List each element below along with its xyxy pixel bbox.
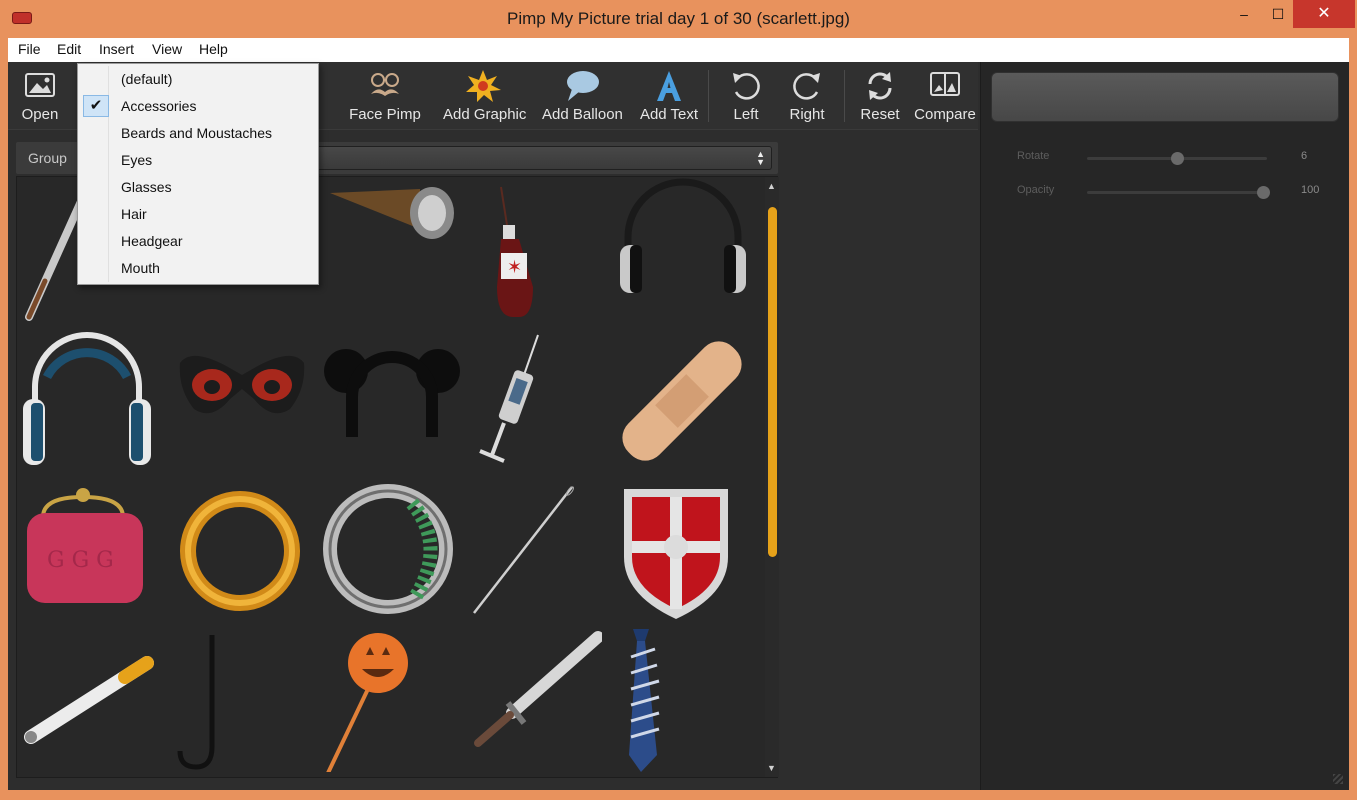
menu-insert[interactable]: Insert [99,41,134,57]
add-balloon-button[interactable]: Add Balloon [542,66,623,126]
add-text-label: Add Text [639,106,699,123]
gallery-item-syringe[interactable] [462,327,602,472]
compare-label: Compare [914,106,976,123]
opacity-row: Opacity 100 [1017,182,1320,202]
scrollbar-thumb[interactable] [768,207,777,557]
gallery-item-blue-headphones[interactable] [17,327,157,472]
rotate-right-button[interactable]: Right [767,66,847,126]
dropdown-item-label: (default) [121,71,173,87]
opacity-label: Opacity [1017,184,1055,196]
window-title: Pimp My Picture trial day 1 of 30 (scarl… [507,9,850,28]
gallery-item-striped-tie[interactable] [597,627,737,772]
right-label: Right [789,106,825,123]
gallery-scrollbar[interactable]: ▲ ▼ [765,177,779,777]
dropdown-item-label: Hair [121,206,147,222]
compare-button[interactable]: Compare [905,66,985,126]
dropdown-item-label: Mouth [121,260,160,276]
add-text-button[interactable]: Add Text [629,66,709,126]
properties-header [991,72,1339,122]
rotate-slider-knob[interactable] [1171,152,1184,165]
opacity-slider-knob[interactable] [1257,186,1270,199]
select-arrows-icon: ▲ ▼ [756,149,765,167]
gallery-item-diamond-ring[interactable] [322,477,462,622]
dropdown-item-headgear[interactable]: Headgear [80,228,316,255]
dropdown-item-accessories[interactable]: ✔ Accessories [80,93,316,120]
reset-arrows-icon [860,68,900,104]
app-window: Pimp My Picture trial day 1 of 30 (scarl… [0,0,1357,800]
scroll-down-arrow-icon[interactable]: ▼ [767,763,776,773]
menu-view[interactable]: View [152,41,182,57]
moustache-glasses-icon [365,68,405,104]
gallery-item-red-purse[interactable]: G G G [17,477,157,622]
compare-images-icon [925,68,965,104]
gallery-item-needle[interactable] [462,477,602,622]
gallery-item-cigar[interactable] [322,177,462,322]
gallery-item-cigarette[interactable] [17,627,157,772]
dropdown-item-label: Glasses [121,179,172,195]
add-balloon-label: Add Balloon [542,106,623,123]
group-label: Group [28,150,67,166]
rotate-label: Rotate [1017,150,1050,162]
opacity-slider[interactable] [1087,186,1270,199]
rotate-row: Rotate 6 [1017,148,1317,168]
svg-text:G G G: G G G [47,548,114,573]
gallery-item-pumpkin-lollipop[interactable] [322,627,462,774]
text-a-icon [649,68,689,104]
menu-bar: File Edit Insert View Help [8,38,1349,62]
opacity-value: 100 [1301,184,1320,196]
open-label: Open [21,106,59,123]
menu-edit[interactable]: Edit [57,41,81,57]
face-pimp-label: Face Pimp [349,106,421,123]
dropdown-item-label: Accessories [121,98,197,114]
face-pimp-button[interactable]: Face Pimp [345,66,425,126]
rotate-right-icon [787,68,827,104]
dropdown-item-label: Headgear [121,233,183,249]
gallery-item-gold-ring[interactable] [172,477,312,622]
gallery-item-red-mask[interactable] [172,327,312,472]
add-graphic-button[interactable]: Add Graphic [443,66,527,126]
dropdown-item-label: Beards and Moustaches [121,125,272,141]
add-graphic-label: Add Graphic [443,106,527,123]
scroll-up-arrow-icon[interactable]: ▲ [767,181,776,191]
dropdown-item-glasses[interactable]: Glasses [80,174,316,201]
gallery-item-blood-bottle[interactable]: ✶ [479,177,619,322]
dropdown-item-eyes[interactable]: Eyes [80,147,316,174]
close-button[interactable]: ✕ [1293,0,1355,28]
svg-text:✶: ✶ [507,257,522,278]
dropdown-item-default[interactable]: (default) [80,66,316,93]
gallery-item-cane[interactable] [172,627,312,772]
resize-grip-icon[interactable] [1333,774,1343,784]
dropdown-item-mouth[interactable]: Mouth [80,255,316,282]
dropdown-item-beards-and-moustaches[interactable]: Beards and Moustaches [80,120,316,147]
checkmark-icon: ✔ [83,95,109,117]
title-bar: Pimp My Picture trial day 1 of 30 (scarl… [0,0,1357,38]
properties-panel: Rotate 6 Opacity 100 [980,62,1349,790]
gallery-item-shield[interactable] [612,477,752,622]
dropdown-item-hair[interactable]: Hair [80,201,316,228]
open-image-icon [20,68,60,104]
gallery-item-knife[interactable] [462,627,604,772]
dropdown-item-label: Eyes [121,152,153,168]
open-button[interactable]: Open [0,66,80,126]
group-select[interactable]: ▲ ▼ [316,146,772,170]
rotate-slider[interactable] [1087,152,1267,165]
menu-file[interactable]: File [18,41,41,57]
rotate-left-icon [726,68,766,104]
rotate-value: 6 [1301,150,1308,162]
menu-help[interactable]: Help [199,41,228,57]
gallery-item-black-headphones[interactable] [612,177,752,322]
gallery-item-bandage[interactable] [612,327,752,472]
speech-balloon-icon [562,68,602,104]
gallery-item-mouse-ears[interactable] [322,327,462,472]
group-dropdown-menu: (default) ✔ Accessories Beards and Moust… [77,63,319,285]
explosion-icon [463,68,503,104]
